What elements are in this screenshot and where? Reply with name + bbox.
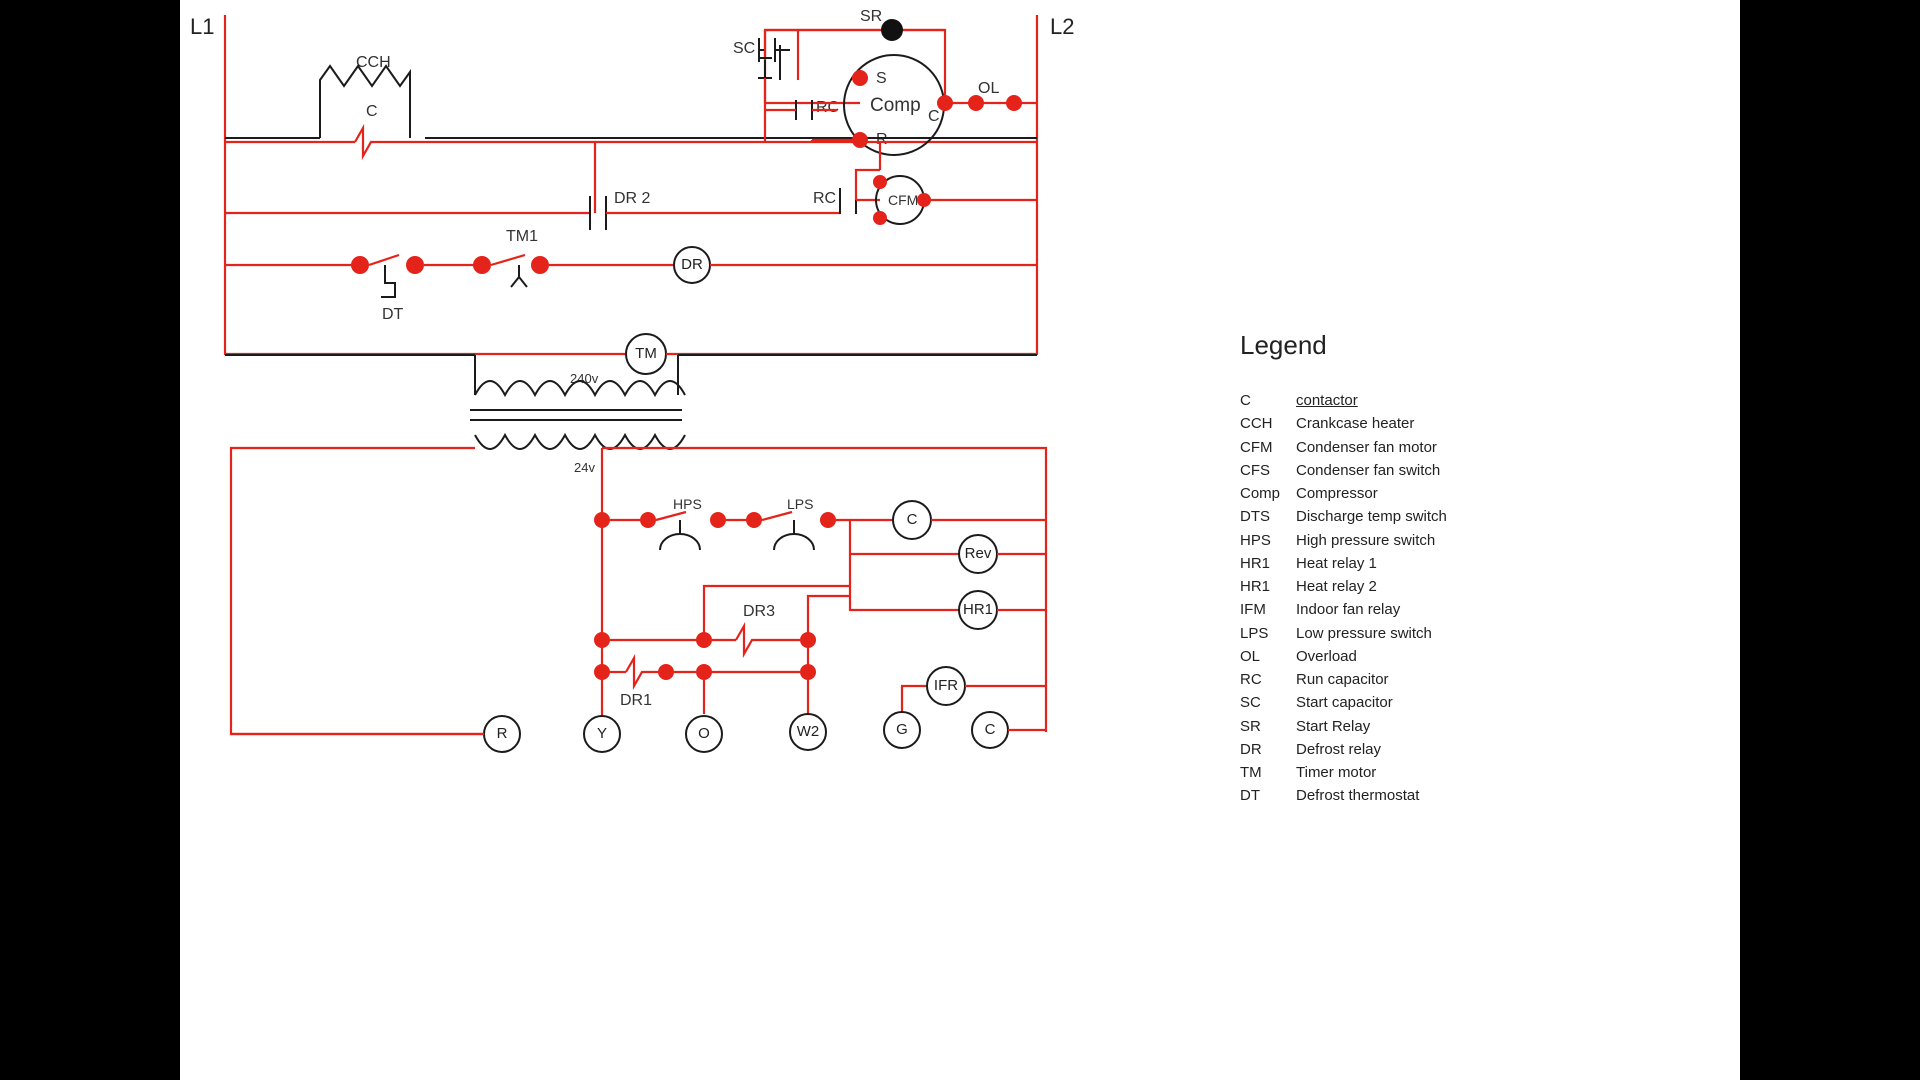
legend-key: C [1240,389,1282,412]
legend-value: Heat relay 1 [1296,552,1377,575]
legend-row: DTS Discharge temp switch [1240,505,1500,528]
legend-key: DTS [1240,505,1282,528]
term-r: R [497,725,508,742]
legend-key: CFS [1240,459,1282,482]
legend-row: Comp Compressor [1240,482,1500,505]
legend-value: Low pressure switch [1296,622,1432,645]
legend-value: Heat relay 2 [1296,575,1377,598]
legend-value: Defrost relay [1296,738,1381,761]
legend-row: HPS High pressure switch [1240,529,1500,552]
legend-value: High pressure switch [1296,529,1435,552]
legend-key: RC [1240,668,1282,691]
legend-value: Compressor [1296,482,1378,505]
legend-key: Comp [1240,482,1282,505]
legend-row: LPS Low pressure switch [1240,622,1500,645]
legend-value: Timer motor [1296,761,1376,784]
legend-row: TM Timer motor [1240,761,1500,784]
legend-key: LPS [1240,622,1282,645]
schematic-svg: DR TM C Rev HR1 [180,0,1240,860]
legend-row: CFS Condenser fan switch [1240,459,1500,482]
legend-key: OL [1240,645,1282,668]
legend-row: HR1 Heat relay 2 [1240,575,1500,598]
legend-value: Condenser fan motor [1296,436,1437,459]
legend-row: IFM Indoor fan relay [1240,598,1500,621]
legend-key: IFM [1240,598,1282,621]
term-y: Y [597,725,607,742]
legend-value: Crankcase heater [1296,412,1414,435]
legend-value: Start capacitor [1296,691,1393,714]
term-c: C [985,721,996,738]
legend-value: Defrost thermostat [1296,784,1419,807]
legend-key: DT [1240,784,1282,807]
legend-row: DT Defrost thermostat [1240,784,1500,807]
legend-value: Indoor fan relay [1296,598,1400,621]
legend-key: TM [1240,761,1282,784]
coil-rev: Rev [965,545,992,562]
legend-key: HR1 [1240,575,1282,598]
term-g: G [896,721,908,738]
legend-row: RC Run capacitor [1240,668,1500,691]
diagram-canvas: L1 L2 CCH C SC SR RC S C R Comp OL RC CF… [180,0,1740,1080]
legend-key: DR [1240,738,1282,761]
legend-key: HR1 [1240,552,1282,575]
legend-key: SC [1240,691,1282,714]
coil-ifr: IFR [934,677,958,694]
legend-row: Ccontactor [1240,389,1500,412]
legend-value: Start Relay [1296,715,1370,738]
legend-title: Legend [1240,330,1500,361]
coil-c: C [907,511,918,528]
legend-key: HPS [1240,529,1282,552]
legend-row: SR Start Relay [1240,715,1500,738]
term-w2: W2 [797,723,820,740]
legend-key: CCH [1240,412,1282,435]
legend-value: Overload [1296,645,1357,668]
legend-row: CCH Crankcase heater [1240,412,1500,435]
legend-value: Condenser fan switch [1296,459,1440,482]
legend-value: Discharge temp switch [1296,505,1447,528]
legend: Legend CcontactorCCHCrankcase heaterCFMC… [1240,330,1500,808]
coil-tm: TM [635,345,657,362]
coil-dr: DR [681,256,703,273]
legend-value: contactor [1296,389,1358,412]
legend-row: HR1 Heat relay 1 [1240,552,1500,575]
legend-row: DR Defrost relay [1240,738,1500,761]
legend-row: CFM Condenser fan motor [1240,436,1500,459]
legend-key: SR [1240,715,1282,738]
legend-row: OL Overload [1240,645,1500,668]
legend-value: Run capacitor [1296,668,1389,691]
coil-hr1: HR1 [963,601,993,618]
term-o: O [698,725,710,742]
legend-row: SC Start capacitor [1240,691,1500,714]
legend-key: CFM [1240,436,1282,459]
